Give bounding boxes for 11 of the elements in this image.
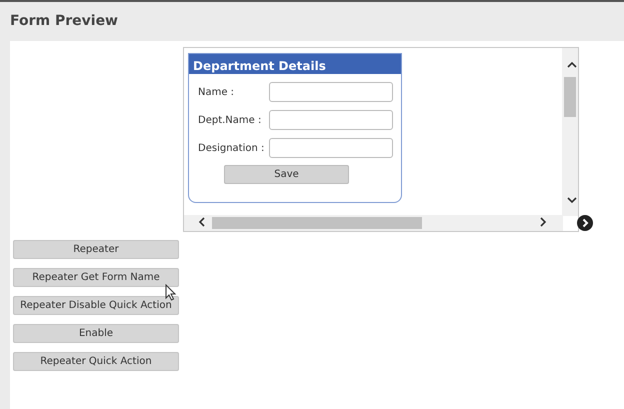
field-label: Dept.Name :: [198, 114, 262, 128]
field-label: Name :: [198, 86, 236, 100]
form-title: Department Details: [189, 54, 401, 74]
action-button[interactable]: Enable: [13, 324, 179, 343]
action-button[interactable]: Repeater Get Form Name: [13, 268, 179, 287]
action-button[interactable]: Repeater: [13, 240, 179, 259]
page-title: Form Preview: [10, 12, 118, 31]
field-label: Designation :: [198, 142, 266, 156]
save-button[interactable]: Save: [224, 165, 349, 184]
action-button[interactable]: Repeater Quick Action: [13, 352, 179, 371]
action-button[interactable]: Repeater Disable Quick Action: [13, 296, 179, 315]
